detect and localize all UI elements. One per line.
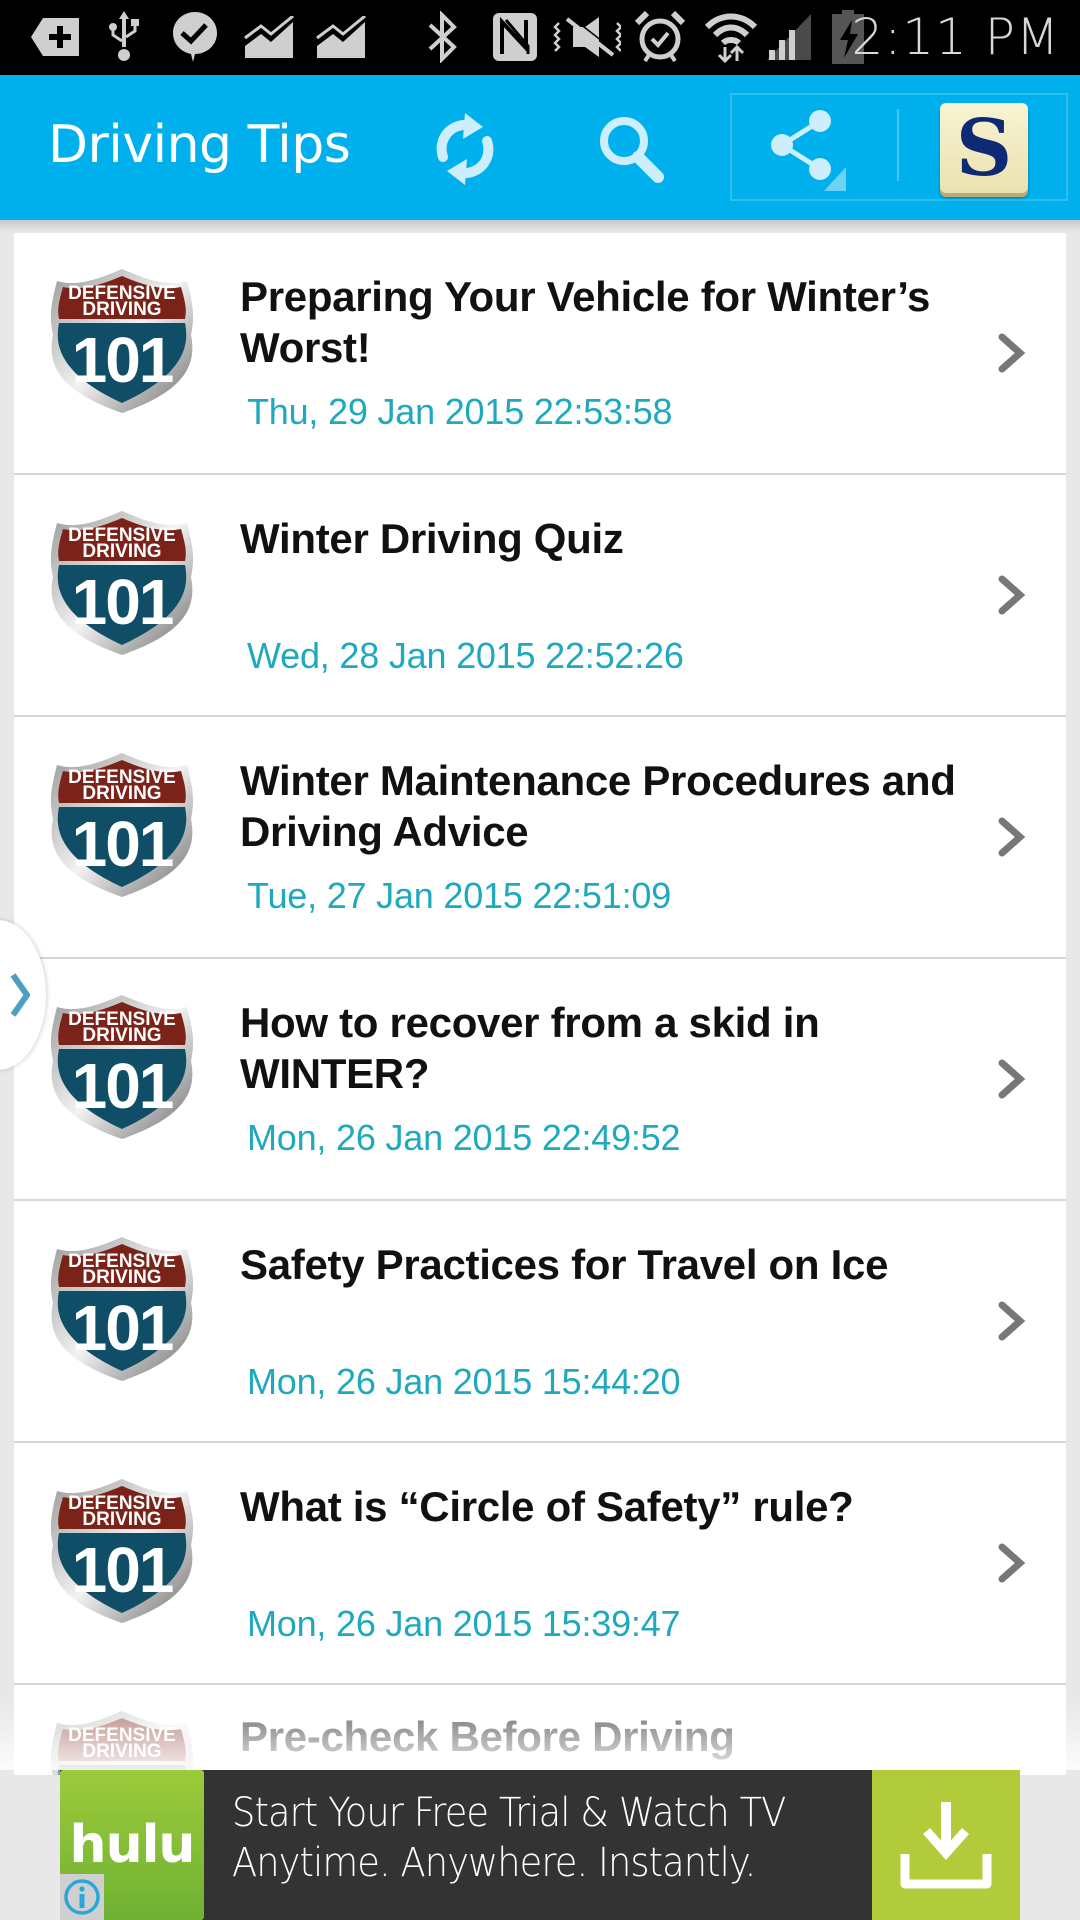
article-title: Winter Driving Quiz xyxy=(240,515,624,562)
article-date: Mon, 26 Jan 2015 15:44:20 xyxy=(247,1361,681,1402)
article-date: Wed, 28 Jan 2015 22:52:26 xyxy=(247,635,684,676)
article-title: Pre-check Before Driving xyxy=(240,1713,735,1760)
messenger-check-icon xyxy=(170,12,220,62)
defensive-driving-101-icon: DEFENSIVE DRIVING 101 xyxy=(50,995,194,1139)
article-date: Tue, 27 Jan 2015 22:51:09 xyxy=(247,875,672,916)
chevron-right-icon xyxy=(998,817,1026,857)
svg-text:101: 101 xyxy=(72,808,173,880)
svg-text:101: 101 xyxy=(72,1292,173,1364)
list-item[interactable]: DEFENSIVE DRIVING 101 Safety Practices f… xyxy=(14,1201,1066,1443)
action-bar-shadow xyxy=(0,220,1080,232)
usb-icon xyxy=(104,11,144,62)
cell-signal-icon xyxy=(764,12,814,62)
nfc-icon xyxy=(490,12,540,62)
refresh-button[interactable] xyxy=(415,103,515,195)
divider xyxy=(897,109,899,181)
svg-text:101: 101 xyxy=(72,566,173,638)
svg-text:DRIVING: DRIVING xyxy=(82,541,161,562)
article-date: Mon, 26 Jan 2015 22:49:52 xyxy=(247,1117,681,1158)
defensive-driving-101-icon: DEFENSIVE DRIVING 101 xyxy=(50,269,194,413)
article-title: How to recover from a skid in WINTER? xyxy=(240,999,820,1097)
stocks-chart-icon xyxy=(314,12,368,62)
list-item[interactable]: DEFENSIVE DRIVING Pre-check Before Drivi… xyxy=(14,1685,1066,1775)
stocks-chart-icon xyxy=(242,12,296,62)
chevron-right-icon xyxy=(998,1543,1026,1583)
chevron-right-icon xyxy=(998,1059,1026,1099)
ad-brand: hulu xyxy=(69,1815,196,1875)
defensive-driving-101-icon: DEFENSIVE DRIVING 101 xyxy=(50,511,194,655)
svg-text:DRIVING: DRIVING xyxy=(82,1267,161,1288)
svg-text:DRIVING: DRIVING xyxy=(82,299,161,320)
list-item[interactable]: DEFENSIVE DRIVING 101 Preparing Your Veh… xyxy=(14,233,1066,475)
search-button[interactable] xyxy=(582,103,682,195)
alarm-icon xyxy=(634,11,686,63)
share-button[interactable] xyxy=(758,103,858,195)
defensive-driving-101-icon: DEFENSIVE DRIVING 101 xyxy=(50,1479,194,1623)
action-bar: Driving Tips S xyxy=(0,75,1080,220)
ad-headline: Start Your Free Trial & Watch TV xyxy=(232,1790,786,1836)
article-list: DEFENSIVE DRIVING 101 Preparing Your Veh… xyxy=(14,233,1066,1775)
svg-text:101: 101 xyxy=(72,324,173,396)
list-item[interactable]: DEFENSIVE DRIVING 101 How to recover fro… xyxy=(14,959,1066,1201)
clock: 2:11 PM xyxy=(851,8,1060,66)
chevron-right-icon xyxy=(10,973,30,1017)
refresh-icon xyxy=(436,113,494,185)
add-notification-icon xyxy=(28,12,82,62)
wifi-icon xyxy=(704,12,758,63)
info-icon xyxy=(64,1879,100,1915)
article-date: Mon, 26 Jan 2015 15:39:47 xyxy=(247,1603,681,1644)
svg-text:DRIVING: DRIVING xyxy=(82,1509,161,1530)
page-title: Driving Tips xyxy=(48,115,351,175)
article-title: Safety Practices for Travel on Ice xyxy=(240,1241,889,1288)
chevron-right-icon xyxy=(998,575,1026,615)
svg-text:DRIVING: DRIVING xyxy=(82,783,161,804)
svg-text:101: 101 xyxy=(72,1534,173,1606)
ad-text: Start Your Free Trial & Watch TV Anytime… xyxy=(232,1788,786,1888)
article-title: What is “Circle of Safety” rule? xyxy=(240,1483,854,1530)
defensive-driving-101-icon: DEFENSIVE DRIVING xyxy=(50,1711,194,1775)
status-bar: 2:11 PM xyxy=(0,0,1080,75)
svg-text:DRIVING: DRIVING xyxy=(82,1741,161,1762)
article-title: Winter Maintenance Procedures and Drivin… xyxy=(240,757,956,855)
app-logo-button[interactable]: S xyxy=(940,102,1028,194)
ad-subline: Anytime. Anywhere. Instantly. xyxy=(232,1840,756,1886)
chevron-right-icon xyxy=(998,333,1026,373)
article-title: Preparing Your Vehicle for Winter’s Wors… xyxy=(240,273,931,371)
defensive-driving-101-icon: DEFENSIVE DRIVING 101 xyxy=(50,1237,194,1381)
app-logo-letter: S xyxy=(955,102,1013,194)
ad-banner[interactable]: hulu Start Your Free Trial & Watch TV An… xyxy=(60,1770,1020,1920)
svg-text:101: 101 xyxy=(72,1050,173,1122)
ad-info-button[interactable] xyxy=(60,1874,104,1920)
list-item[interactable]: DEFENSIVE DRIVING 101 What is “Circle of… xyxy=(14,1443,1066,1685)
vibrate-mute-icon xyxy=(552,12,622,62)
article-date: Thu, 29 Jan 2015 22:53:58 xyxy=(247,391,673,432)
defensive-driving-101-icon: DEFENSIVE DRIVING 101 xyxy=(50,753,194,897)
download-icon xyxy=(900,1802,992,1889)
svg-text:DRIVING: DRIVING xyxy=(82,1025,161,1046)
ad-download-button[interactable] xyxy=(872,1770,1020,1920)
list-item[interactable]: DEFENSIVE DRIVING 101 Winter Maintenance… xyxy=(14,717,1066,959)
bluetooth-icon xyxy=(424,11,462,63)
chevron-right-icon xyxy=(998,1301,1026,1341)
list-item[interactable]: DEFENSIVE DRIVING 101 Winter Driving Qui… xyxy=(14,475,1066,717)
search-icon xyxy=(600,117,664,183)
share-icon xyxy=(771,110,846,191)
